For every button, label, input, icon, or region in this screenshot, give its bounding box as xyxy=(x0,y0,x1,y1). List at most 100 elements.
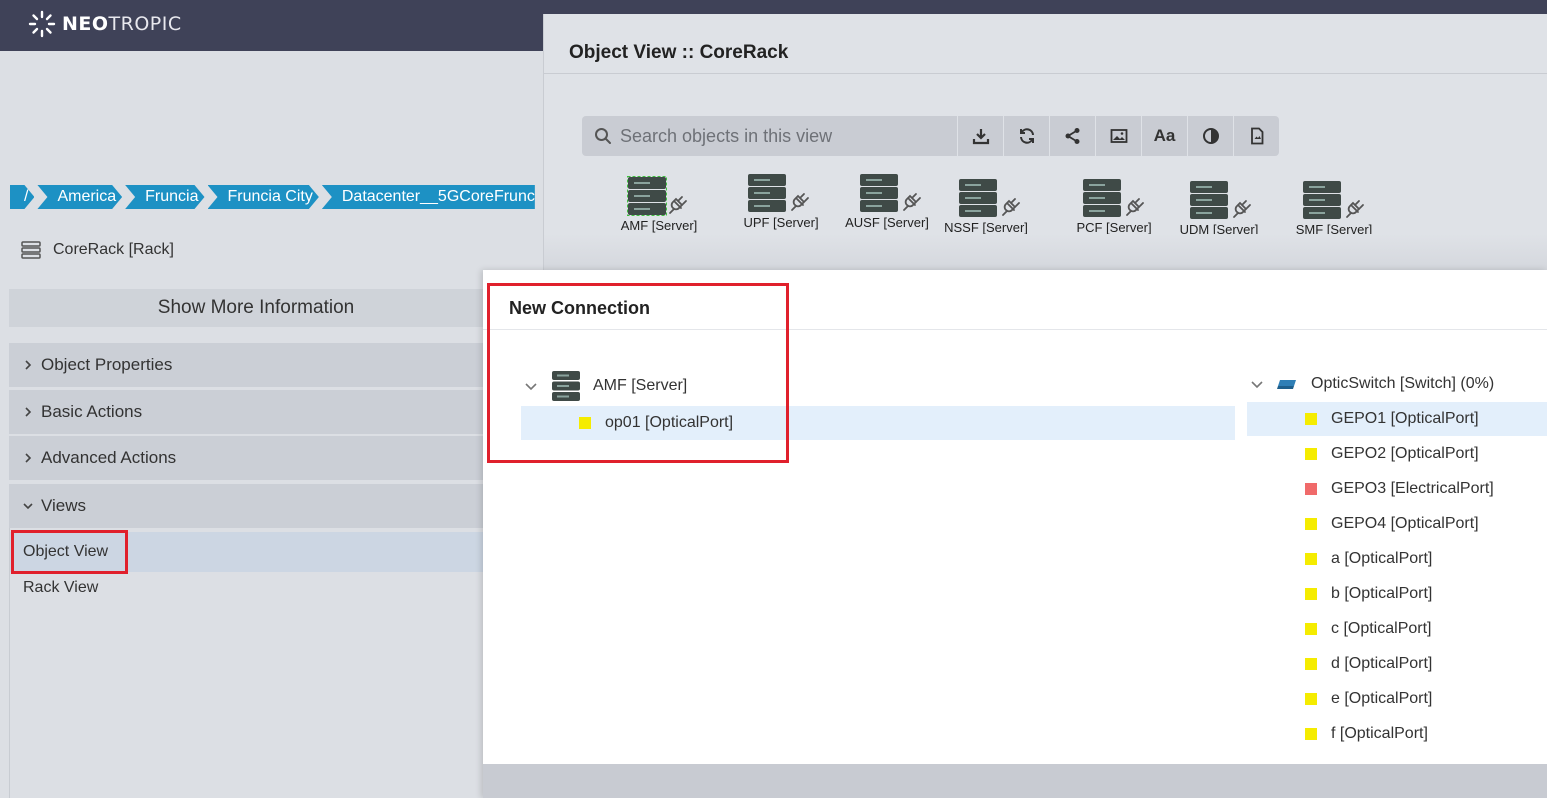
section-object-properties[interactable]: Object Properties xyxy=(9,343,543,387)
logo-icon xyxy=(28,10,56,38)
chevron-down-icon xyxy=(23,503,33,510)
tree-item-label: GEPO2 [OpticalPort] xyxy=(1331,445,1479,462)
optical-port-icon xyxy=(1305,693,1317,705)
view-canvas-edge xyxy=(544,234,1547,274)
search-box[interactable] xyxy=(582,116,957,156)
section-label: Advanced Actions xyxy=(41,448,177,467)
optical-port-icon xyxy=(1305,728,1317,740)
node-ausf-server[interactable]: AUSF [Server] xyxy=(837,173,937,230)
optical-port-icon xyxy=(1305,518,1317,530)
tree-item-label: GEPO1 [OpticalPort] xyxy=(1331,410,1479,427)
brand-name: NEOTROPIC xyxy=(62,13,182,35)
section-basic-actions[interactable]: Basic Actions xyxy=(9,390,543,434)
node-label: UPF [Server] xyxy=(743,215,819,230)
section-views[interactable]: Views xyxy=(9,484,543,528)
optical-port-icon xyxy=(1305,588,1317,600)
section-label: Object Properties xyxy=(41,355,173,374)
chevron-down-icon xyxy=(525,383,537,391)
chevron-right-icon xyxy=(25,360,32,370)
tree-item-a[interactable]: a [OpticalPort] xyxy=(1247,542,1547,576)
tree-item-c[interactable]: c [OpticalPort] xyxy=(1247,612,1547,646)
tree-item-gepo3[interactable]: GEPO3 [ElectricalPort] xyxy=(1247,472,1547,506)
node-nssf-server[interactable]: NSSF [Server] xyxy=(936,178,1036,235)
share-button[interactable] xyxy=(1050,116,1095,156)
export-document-button[interactable] xyxy=(1234,116,1279,156)
tree-node-label: AMF [Server] xyxy=(593,377,688,394)
document-icon xyxy=(1250,127,1263,145)
node-amf-server[interactable]: AMF [Server] xyxy=(609,176,709,233)
show-more-information-button[interactable]: Show More Information xyxy=(9,289,543,327)
optical-port-icon xyxy=(1305,448,1317,460)
server-icon xyxy=(859,173,899,213)
tree-item-e[interactable]: e [OpticalPort] xyxy=(1247,682,1547,716)
tree-item-gepo2[interactable]: GEPO2 [OpticalPort] xyxy=(1247,437,1547,471)
chevron-down-icon xyxy=(1251,381,1263,389)
section-label: Views xyxy=(41,496,87,515)
tree-item-gepo1[interactable]: GEPO1 [OpticalPort] xyxy=(1247,402,1547,436)
electrical-port-icon xyxy=(1305,483,1317,495)
search-icon xyxy=(595,128,611,144)
breadcrumb: / America Fruncia Fruncia City Datacente… xyxy=(10,185,538,209)
node-smf-server[interactable]: SMF [Server] xyxy=(1284,180,1384,237)
server-icon xyxy=(627,176,667,216)
plug-icon xyxy=(1124,196,1146,218)
breadcrumb-america[interactable]: America xyxy=(37,185,122,209)
server-icon xyxy=(958,178,998,218)
views-list: Object View Rack View xyxy=(9,528,544,798)
section-label: Basic Actions xyxy=(41,402,143,421)
refresh-button[interactable] xyxy=(1004,116,1049,156)
font-button[interactable]: Aa xyxy=(1142,116,1187,156)
server-icon xyxy=(747,173,787,213)
image-button[interactable] xyxy=(1096,116,1141,156)
font-icon: Aa xyxy=(1153,126,1176,145)
plug-icon xyxy=(789,191,811,213)
plug-icon xyxy=(1344,198,1366,220)
plug-icon xyxy=(667,194,689,216)
tree-item-label: f [OpticalPort] xyxy=(1331,725,1428,742)
neotropic-logo[interactable]: NEOTROPIC xyxy=(28,10,182,38)
tree-item-label: GEPO4 [OpticalPort] xyxy=(1331,515,1479,532)
download-icon xyxy=(972,129,989,145)
rack-title: CoreRack [Rack] xyxy=(21,241,174,259)
tree-item-gepo4[interactable]: GEPO4 [OpticalPort] xyxy=(1247,507,1547,541)
plug-icon xyxy=(901,191,923,213)
tree-item-label: e [OpticalPort] xyxy=(1331,690,1433,707)
search-input[interactable] xyxy=(620,125,940,147)
breadcrumb-fruncia-city[interactable]: Fruncia City xyxy=(208,185,319,209)
server-icon xyxy=(552,371,580,401)
tree-item-f[interactable]: f [OpticalPort] xyxy=(1247,717,1547,751)
node-upf-server[interactable]: UPF [Server] xyxy=(731,173,831,230)
rack-title-label: CoreRack [Rack] xyxy=(53,241,174,258)
tree-item-label: a [OpticalPort] xyxy=(1331,550,1433,567)
node-udm-server[interactable]: UDM [Server] xyxy=(1169,180,1269,237)
breadcrumb-root[interactable]: / xyxy=(10,185,34,209)
tree-item-op01[interactable]: op01 [OpticalPort] xyxy=(521,406,1235,440)
breadcrumb-fruncia[interactable]: Fruncia xyxy=(125,185,204,209)
tree-node-opticswitch[interactable]: OpticSwitch [Switch] (0%) xyxy=(1251,368,1494,400)
tree-item-label: c [OpticalPort] xyxy=(1331,620,1432,637)
switch-icon xyxy=(1277,380,1296,389)
tree-node-amf-server[interactable]: AMF [Server] xyxy=(525,369,687,403)
node-label: PCF [Server] xyxy=(1076,220,1152,235)
section-advanced-actions[interactable]: Advanced Actions xyxy=(9,436,543,480)
tree-item-label: op01 [OpticalPort] xyxy=(605,414,734,431)
breadcrumb-datacenter[interactable]: Datacenter__5GCoreFrunc xyxy=(321,185,535,209)
tree-item-label: d [OpticalPort] xyxy=(1331,655,1433,672)
plug-icon xyxy=(1231,198,1253,220)
server-icon xyxy=(1082,178,1122,218)
node-label: AUSF [Server] xyxy=(845,215,929,230)
node-label: NSSF [Server] xyxy=(944,220,1028,235)
tree-item-b[interactable]: b [OpticalPort] xyxy=(1247,577,1547,611)
server-icon xyxy=(1302,180,1342,220)
divider xyxy=(483,329,1547,330)
node-pcf-server[interactable]: PCF [Server] xyxy=(1064,178,1164,235)
refresh-icon xyxy=(1019,128,1034,144)
tree-item-d[interactable]: d [OpticalPort] xyxy=(1247,647,1547,681)
download-button[interactable] xyxy=(958,116,1003,156)
view-item-rack-view[interactable]: Rack View xyxy=(10,568,544,608)
view-item-object-view[interactable]: Object View xyxy=(10,532,544,572)
optical-port-icon xyxy=(579,417,591,429)
contrast-button[interactable] xyxy=(1188,116,1233,156)
optical-port-icon xyxy=(1305,658,1317,670)
optical-port-icon xyxy=(1305,413,1317,425)
